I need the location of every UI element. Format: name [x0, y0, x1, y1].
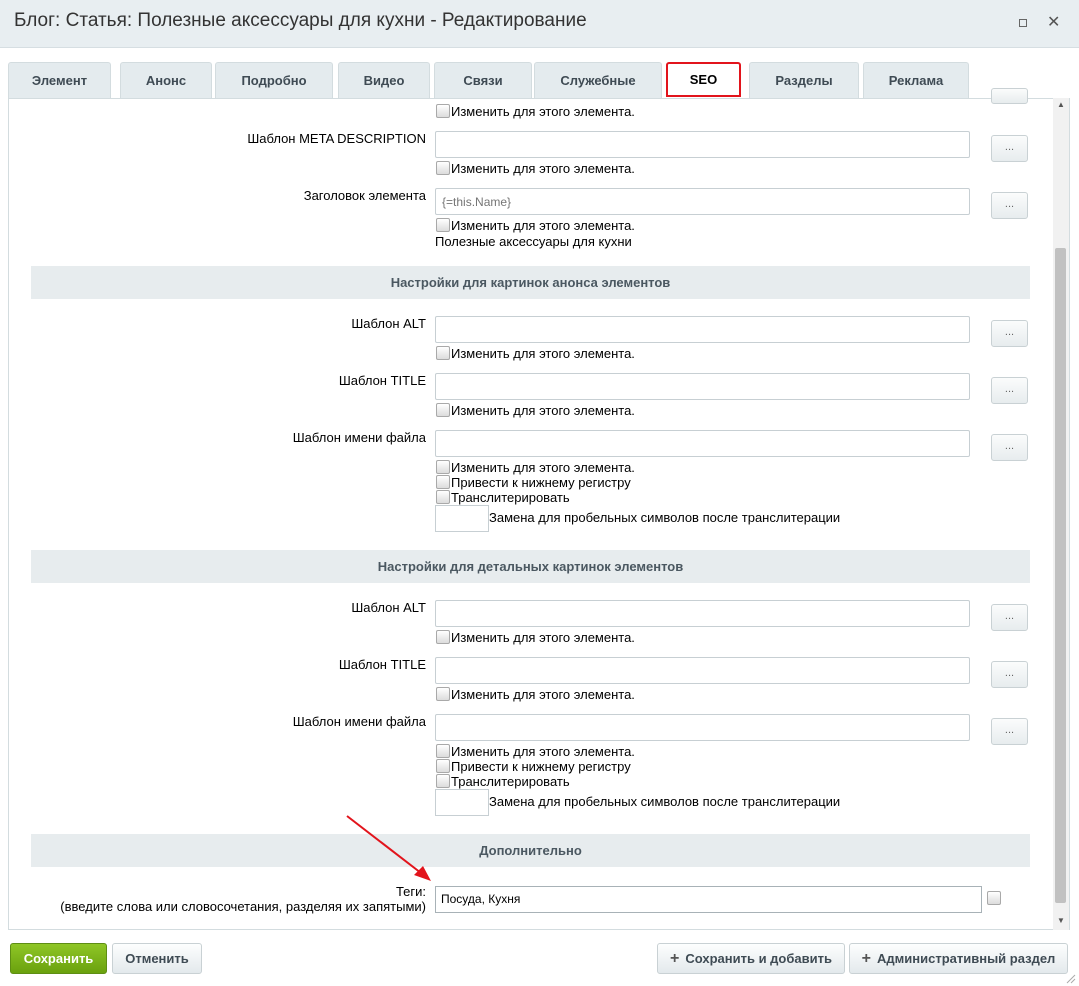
save-and-add-button[interactable]: + Сохранить и добавить: [657, 943, 845, 974]
resize-grip-icon[interactable]: [1066, 974, 1076, 984]
plus-icon: +: [861, 949, 872, 967]
save-button[interactable]: Сохранить: [10, 943, 107, 974]
plus-icon: +: [670, 949, 680, 967]
cancel-button[interactable]: Отменить: [112, 943, 202, 974]
annotation-arrow-icon: [346, 815, 431, 881]
save-and-add-label: Сохранить и добавить: [685, 951, 832, 966]
admin-section-label: Административный раздел: [877, 951, 1056, 966]
admin-section-button[interactable]: + Административный раздел: [849, 943, 1068, 974]
